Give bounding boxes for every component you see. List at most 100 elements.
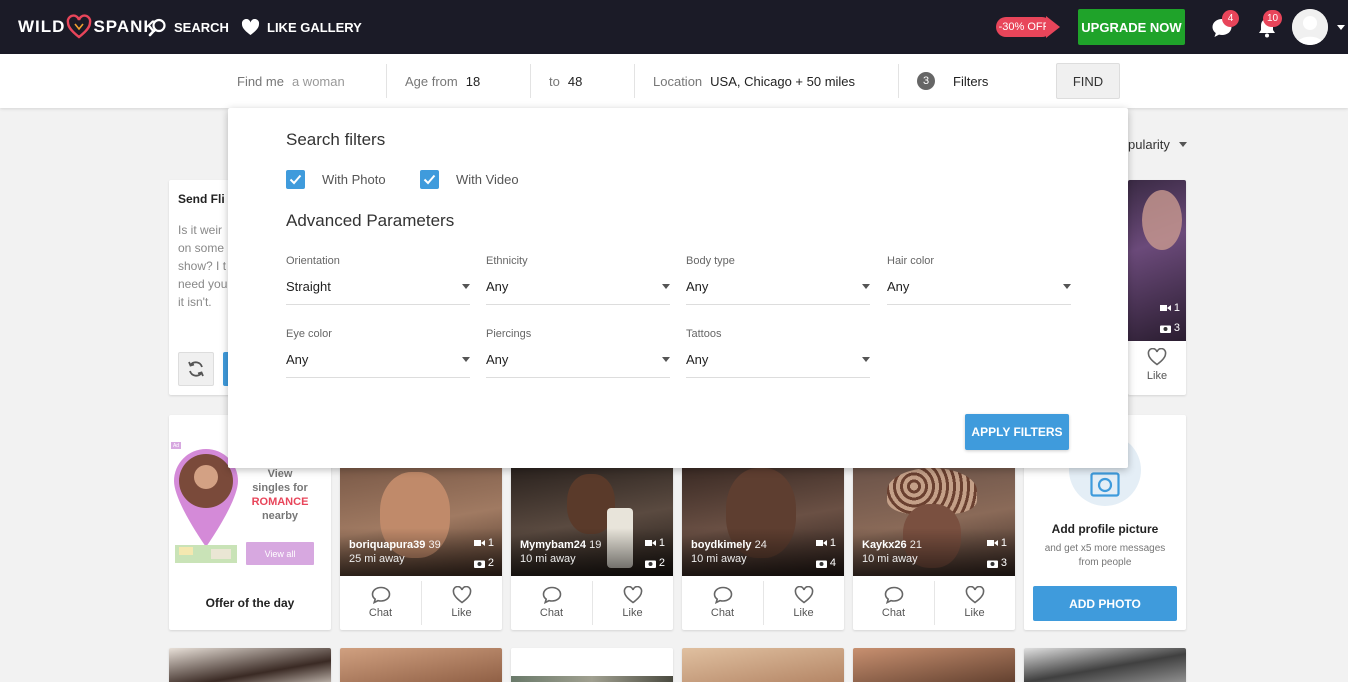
profile-card[interactable]: 1 3 Like	[1128, 180, 1186, 395]
body-type-select[interactable]: Body type Any	[686, 255, 870, 305]
photo-count-value: 4	[829, 557, 836, 569]
profile-age: 21	[909, 539, 922, 551]
logo-text-left: WILD	[18, 17, 66, 36]
sort-select[interactable]: pularity	[1128, 137, 1187, 152]
refresh-flirt-button[interactable]	[178, 352, 214, 386]
video-count: 1	[986, 537, 1007, 549]
like-label: Like	[793, 606, 814, 619]
ad-highlight: ROMANCE	[251, 496, 309, 508]
chat-button[interactable]: Chat	[511, 576, 592, 628]
profile-card[interactable]	[169, 648, 331, 682]
profile-card[interactable]	[340, 648, 502, 682]
ethnicity-select[interactable]: Ethnicity Any	[486, 255, 670, 305]
piercings-value: Any	[486, 352, 509, 367]
nav-search[interactable]: SEARCH	[148, 0, 229, 54]
chevron-down-icon	[662, 357, 670, 362]
sort-value: pularity	[1128, 137, 1170, 152]
like-button[interactable]: Like	[1128, 348, 1186, 382]
orientation-select[interactable]: Orientation Straight	[286, 255, 470, 305]
find-button[interactable]: FIND	[1056, 63, 1120, 99]
apply-filters-button[interactable]: APPLY FILTERS	[965, 414, 1069, 450]
like-button[interactable]: Like	[763, 576, 844, 628]
heart-outline-icon	[1147, 348, 1167, 366]
chat-label: Chat	[368, 606, 393, 619]
eye-color-select[interactable]: Eye color Any	[286, 328, 470, 378]
profile-card[interactable]	[1024, 648, 1186, 682]
like-button[interactable]: Like	[934, 576, 1015, 628]
notifications-button[interactable]: 10	[1253, 10, 1283, 42]
nav-like-gallery[interactable]: LIKE GALLERY	[241, 0, 362, 54]
add-photo-subtitle-line: from people	[1078, 557, 1132, 568]
filters-toggle[interactable]: 3 Filters	[917, 54, 988, 108]
tattoos-select[interactable]: Tattoos Any	[686, 328, 870, 378]
ad-line: View	[267, 468, 293, 480]
piercings-select[interactable]: Piercings Any	[486, 328, 670, 378]
chevron-down-icon	[862, 357, 870, 362]
send-flirt-title: Send Fli	[178, 192, 225, 206]
photo-count: 3	[1159, 322, 1180, 334]
messages-button[interactable]: 4	[1208, 10, 1239, 42]
profile-card[interactable]	[511, 648, 673, 682]
chat-button[interactable]: Chat	[340, 576, 421, 628]
like-button[interactable]: Like	[421, 576, 502, 628]
flirt-line: it isn't.	[178, 295, 212, 309]
upgrade-now-button[interactable]: UPGRADE NOW	[1078, 9, 1185, 45]
flirt-line: show? I t	[178, 259, 227, 273]
video-count-value: 1	[1173, 302, 1180, 314]
like-label: Like	[451, 606, 472, 619]
avatar-placeholder-icon	[1292, 9, 1328, 45]
account-menu-caret-icon[interactable]	[1337, 25, 1345, 30]
age-to-label: to	[549, 73, 560, 89]
video-camera-icon	[644, 540, 656, 546]
chat-button[interactable]: Chat	[682, 576, 763, 628]
advanced-parameters-title: Advanced Parameters	[286, 211, 455, 230]
profile-name-age: Kaykx26 21	[862, 539, 922, 551]
profile-card[interactable]	[682, 648, 844, 682]
user-avatar[interactable]	[1292, 9, 1328, 45]
chat-outline-icon	[713, 586, 732, 604]
with-photo-checkbox[interactable]: With Photo	[286, 170, 386, 189]
find-me-value: a woman	[291, 73, 345, 89]
chat-outline-icon	[884, 586, 903, 604]
with-video-checkbox[interactable]: With Video	[420, 170, 519, 189]
profile-photo[interactable]: 1 3	[1128, 180, 1186, 341]
add-photo-button[interactable]: ADD PHOTO	[1033, 586, 1177, 621]
like-label: Like	[964, 606, 985, 619]
chat-outline-icon	[371, 586, 390, 604]
hair-color-label: Hair color	[887, 255, 935, 267]
chat-button[interactable]: Chat	[853, 576, 934, 628]
divider	[634, 64, 635, 98]
chat-label: Chat	[881, 606, 906, 619]
find-me-select[interactable]: Find me a woman	[237, 54, 345, 108]
filters-count-badge: 3	[917, 72, 935, 90]
site-logo[interactable]: WILD SPANK	[18, 14, 157, 40]
ethnicity-value: Any	[486, 279, 509, 294]
with-photo-label: With Photo	[322, 172, 386, 187]
like-button[interactable]: Like	[592, 576, 673, 628]
profile-card[interactable]	[853, 648, 1015, 682]
video-count-value: 1	[1000, 537, 1007, 549]
location-select[interactable]: Location USA, Chicago + 50 miles	[653, 54, 855, 108]
nav-like-gallery-label: LIKE GALLERY	[267, 19, 362, 35]
age-from-select[interactable]: Age from 18	[405, 54, 480, 108]
camera-outline-icon	[1090, 472, 1120, 497]
chevron-down-icon	[662, 284, 670, 289]
with-video-label: With Video	[456, 172, 519, 187]
add-photo-subtitle-line: and get x5 more messages	[1044, 543, 1166, 554]
filters-label: Filters	[953, 73, 989, 89]
ad-view-all-button[interactable]: View all	[246, 542, 314, 565]
profile-distance: 25 mi away	[349, 553, 405, 565]
photo-count-value: 2	[658, 557, 665, 569]
profile-distance: 10 mi away	[691, 553, 747, 565]
divider	[898, 64, 899, 98]
messages-count-badge: 4	[1222, 10, 1239, 27]
chat-label: Chat	[539, 606, 564, 619]
search-filters-title: Search filters	[286, 130, 386, 149]
search-bar: Find me a woman Age from 18 to 48 Locati…	[0, 54, 1348, 137]
hair-color-select[interactable]: Hair color Any	[887, 255, 1071, 305]
ad-text: View singles for ROMANCE nearby	[251, 467, 309, 523]
flirt-message[interactable]: Is it weir on some show? I t need you it…	[178, 221, 227, 311]
age-to-select[interactable]: to 48	[549, 54, 582, 108]
profile-distance: 10 mi away	[520, 553, 576, 565]
tattoos-value: Any	[686, 352, 709, 367]
